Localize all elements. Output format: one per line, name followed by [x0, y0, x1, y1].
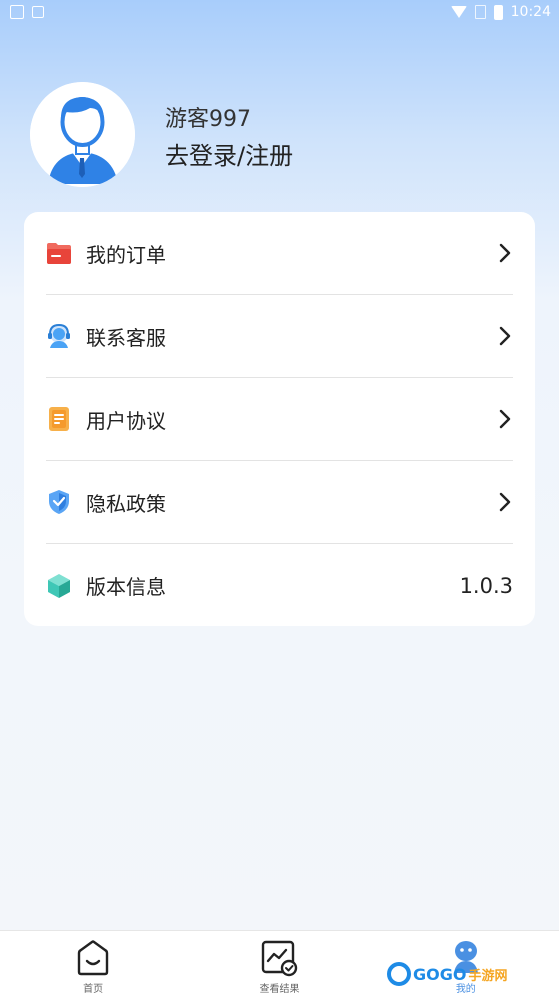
- chevron-right-icon: [499, 409, 511, 429]
- menu-label-privacy-policy: 隐私政策: [86, 491, 166, 516]
- notification-mail-icon: [10, 5, 24, 19]
- menu-item-version-info: 版本信息 1.0.3: [46, 544, 513, 627]
- status-bar: 10:24: [0, 0, 559, 24]
- sim-icon: [474, 5, 486, 19]
- document-icon: [46, 406, 72, 432]
- avatar[interactable]: [30, 82, 135, 187]
- tab-home[interactable]: 首页: [0, 931, 186, 997]
- profile-header[interactable]: 游客997 去登录/注册: [30, 82, 293, 187]
- notification-app-icon: [32, 6, 44, 18]
- gogo-watermark: GOGO 手游网: [387, 962, 507, 986]
- default-avatar-icon: [30, 82, 135, 187]
- battery-icon: [493, 4, 503, 20]
- order-folder-icon: [46, 240, 72, 266]
- menu-item-user-agreement[interactable]: 用户协议: [46, 378, 513, 461]
- menu-card: 我的订单 联系客服 用户协议 隐私政策 版本信息 1.0.3: [24, 212, 535, 626]
- menu-item-customer-service[interactable]: 联系客服: [46, 295, 513, 378]
- status-time: 10:24: [510, 4, 551, 20]
- tab-label-home: 首页: [83, 984, 104, 995]
- menu-label-orders: 我的订单: [86, 242, 166, 267]
- menu-item-orders[interactable]: 我的订单: [46, 212, 513, 295]
- login-register-link[interactable]: 去登录/注册: [165, 139, 293, 173]
- shield-icon: [46, 489, 72, 515]
- menu-item-privacy-policy[interactable]: 隐私政策: [46, 461, 513, 544]
- home-icon: [77, 940, 109, 976]
- menu-label-user-agreement: 用户协议: [86, 408, 166, 433]
- menu-label-version-info: 版本信息: [86, 575, 166, 599]
- nickname: 游客997: [165, 106, 251, 132]
- cube-icon: [46, 573, 72, 599]
- watermark-sub: 手游网: [468, 968, 508, 984]
- tab-results[interactable]: 查看结果: [186, 931, 372, 997]
- watermark-brand: GOGO: [413, 964, 467, 984]
- customer-service-icon: [46, 323, 72, 349]
- chart-result-icon: [262, 940, 298, 977]
- tab-label-results: 查看结果: [259, 984, 300, 995]
- chevron-right-icon: [499, 492, 511, 512]
- chevron-right-icon: [499, 326, 511, 346]
- version-value: 1.0.3: [459, 573, 513, 598]
- menu-label-customer-service: 联系客服: [86, 325, 166, 350]
- chevron-right-icon: [499, 243, 511, 263]
- wifi-icon: [450, 6, 467, 18]
- gogo-logo-icon: [387, 962, 411, 986]
